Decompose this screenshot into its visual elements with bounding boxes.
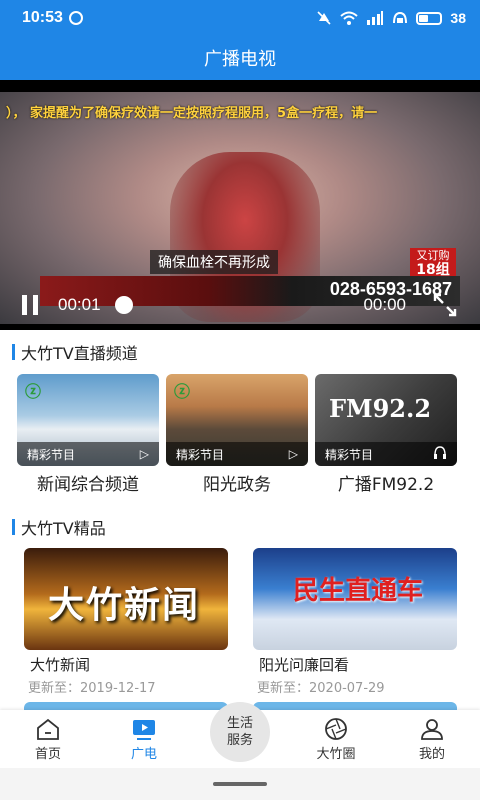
channel-name: 阳光政务 [203,475,271,495]
premium-update-date: 更新至：2020-07-29 [257,681,385,696]
mute-icon [317,11,331,25]
video-subtitle: 确保血栓不再形成 [150,250,278,274]
channel-logo-icon: ⓩ [174,382,191,401]
current-time: 00:01 [58,295,101,314]
channel-tag-label: 精彩节目 [176,447,225,462]
channel-thumbnail: ⓩ 精彩节目 ▷ [166,374,308,466]
premium-section-header: 大竹TV精品 [12,515,106,539]
tv-play-icon [133,719,155,740]
bottom-tab-bar: 首页 广电 生活 服务 大竹圈 我的 [0,702,480,768]
live-section-title: 大竹TV直播频道 [21,344,138,363]
section-accent-bar [12,344,15,360]
channel-tag-label: 精彩节目 [27,447,76,462]
premium-title: 阳光问廉回看 [259,656,350,674]
signal-icon [367,11,384,25]
channel-thumb-text: FM92.2 [329,394,432,423]
channel-tag: 精彩节目 ▷ [166,442,308,466]
status-time: 10:53 [22,9,63,26]
battery-icon [416,11,443,25]
life-services-line2: 服务 [226,733,253,748]
channel-tag: 精彩节目 ▷ [17,442,159,466]
premium-section-title: 大竹TV精品 [21,519,106,538]
hd-icon [393,11,408,24]
person-icon [421,718,443,740]
tab-mine[interactable]: 我的 [384,710,480,768]
video-player[interactable]: ）， 家提醒为了确保疗效请一定按照疗程服用，5盒一疗程，请一 确保血栓不再形成 … [0,80,480,330]
status-bar: 10:53 38 [0,0,480,36]
aperture-icon [325,717,347,740]
tab-broadcast-label: 广电 [130,746,157,762]
tab-mine-label: 我的 [418,746,445,762]
channel-thumbnail: FM92.2 精彩节目 [315,374,457,466]
app-header: 广播电视 [0,36,480,80]
system-nav-bar [0,768,480,800]
tab-dazhu-circle-label: 大竹圈 [316,746,356,762]
fullscreen-icon[interactable] [432,292,458,318]
home-indicator[interactable] [213,782,267,786]
ad-badge: 又订购 18组 [410,248,456,278]
tab-home[interactable]: 首页 [0,710,96,768]
headphones-icon [433,446,447,462]
live-section-header: 大竹TV直播频道 [12,340,138,364]
premium-title: 大竹新闻 [30,656,91,674]
battery-level: 38 [450,10,466,26]
channel-name: 新闻综合频道 [37,475,139,495]
section-accent-bar [12,519,15,535]
play-icon: ▷ [288,447,298,461]
status-icons: 38 [316,10,466,26]
page-title: 广播电视 [204,49,276,70]
tab-home-label: 首页 [34,746,61,762]
check-circle-icon [68,11,83,25]
premium-thumb-text: 民生直通车 [293,576,424,606]
channel-name: 广播FM92.2 [337,475,435,495]
channel-tag-label: 精彩节目 [325,447,374,462]
ad-badge-line2: 18组 [416,262,450,278]
premium-thumbnail: 大竹新闻 [24,548,228,650]
tab-dazhu-circle[interactable]: 大竹圈 [288,710,384,768]
life-services-button[interactable]: 生活 服务 [210,702,270,762]
channel-thumbnail: ⓩ 精彩节目 ▷ [17,374,159,466]
life-services-line1: 生活 [226,716,253,731]
channel-tag: 精彩节目 [315,442,457,466]
premium-thumbnail: 民生直通车 [253,548,457,650]
tab-life-services[interactable]: 生活 服务 [192,702,288,768]
premium-card[interactable]: 大竹新闻 大竹新闻 更新至：2019-12-17 [24,548,228,696]
home-icon [37,718,59,740]
premium-card[interactable]: 民生直通车 阳光问廉回看 更新至：2020-07-29 [253,548,457,696]
channel-card[interactable]: ⓩ 精彩节目 ▷ 新闻综合频道 [17,374,159,495]
total-time: 00:00 [363,295,406,314]
channel-card[interactable]: ⓩ 精彩节目 ▷ 阳光政务 [166,374,308,495]
channel-card[interactable]: FM92.2 精彩节目 广播FM92.2 [315,374,457,495]
premium-update-date: 更新至：2019-12-17 [28,681,156,696]
video-ticker-text: ）， 家提醒为了确保疗效请一定按照疗程服用，5盒一疗程，请一 [6,106,378,121]
ad-badge-line1: 又订购 [416,249,450,262]
seek-slider-knob[interactable] [114,296,133,314]
player-controls: 00:01 00:00 [0,290,480,320]
play-icon: ▷ [139,447,149,461]
channel-logo-icon: ⓩ [25,382,42,401]
tab-broadcast[interactable]: 广电 [96,710,192,768]
pause-icon[interactable] [22,294,44,316]
wifi-icon [340,11,359,25]
premium-thumb-text: 大竹新闻 [48,585,201,626]
